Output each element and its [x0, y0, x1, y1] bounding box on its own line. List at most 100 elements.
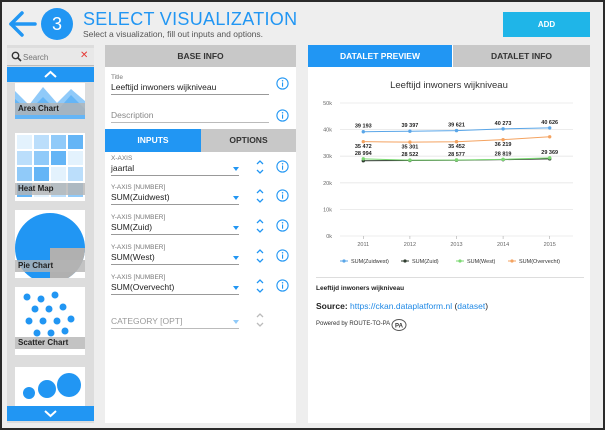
series-point[interactable] [454, 139, 459, 144]
heat-cell [34, 135, 49, 149]
series-point[interactable] [548, 126, 552, 130]
page-subtitle: Select a visualization, fill out inputs … [83, 29, 264, 39]
scroll-down-button[interactable] [7, 406, 94, 421]
legend-label[interactable]: SUM(Zuidwest) [351, 259, 389, 265]
series-point[interactable] [408, 158, 412, 162]
x-tick-label: 2014 [497, 242, 509, 248]
y-tick-label: 0k [326, 234, 332, 240]
tab-base-info[interactable]: BASE INFO [105, 45, 296, 67]
data-label: 28 819 [495, 151, 512, 157]
chevron-down-icon [233, 226, 239, 230]
series-point[interactable] [454, 158, 459, 162]
viz-item-heat-map[interactable]: Heat Map [15, 133, 85, 201]
scatter-dot [53, 317, 61, 325]
info-icon[interactable] [276, 249, 289, 262]
x-tick-label: 2013 [450, 242, 462, 248]
back-arrow-icon[interactable] [8, 10, 38, 38]
search-input[interactable] [23, 50, 78, 64]
y-tick-label: 40k [323, 128, 332, 134]
viz-item-label: Pie Chart [15, 260, 85, 272]
scatter-dot [47, 329, 55, 337]
search-icon [11, 51, 22, 62]
series-point[interactable] [501, 127, 505, 131]
stepper-icon[interactable] [255, 276, 265, 296]
axis-select[interactable]: jaartal [111, 163, 239, 176]
stepper-icon [256, 313, 264, 327]
series-point[interactable] [408, 140, 412, 144]
series-point[interactable] [548, 135, 552, 139]
title-field-label: Title [111, 74, 124, 81]
clear-search-icon[interactable]: ✕ [80, 50, 88, 61]
legend-marker [458, 259, 462, 263]
info-icon[interactable] [276, 77, 289, 90]
y-tick-label: 10k [323, 207, 332, 213]
source-line: Source: https://ckan.dataplatform.nl (da… [316, 301, 489, 311]
page-title: SELECT VISUALIZATION [83, 9, 298, 29]
input-label: Y-AXIS [NUMBER] [111, 214, 166, 221]
series-point[interactable] [408, 129, 412, 133]
y-tick-label: 30k [323, 154, 332, 160]
scroll-up-button[interactable] [7, 67, 94, 82]
info-icon[interactable] [276, 109, 289, 122]
input-label: Y-AXIS [NUMBER] [111, 274, 166, 281]
datalet-panel: DATALET PREVIEW DATALET INFO Leeftijd in… [308, 45, 590, 423]
data-label: 39 397 [401, 123, 418, 129]
add-button[interactable]: ADD [503, 12, 590, 37]
series-point[interactable] [361, 157, 365, 161]
info-icon[interactable] [276, 160, 289, 173]
info-icon[interactable] [276, 279, 289, 292]
data-label: 28 577 [448, 152, 465, 158]
axis-select[interactable]: SUM(Zuidwest) [111, 192, 239, 205]
dataset-link[interactable]: dataset [457, 301, 485, 311]
viz-item-area-chart[interactable]: Area Chart [15, 83, 85, 119]
scatter-dot [45, 305, 53, 313]
scatter-dot [37, 295, 45, 303]
series-point[interactable] [361, 139, 365, 144]
scatter-dot [25, 317, 33, 325]
line-chart: 0k 10k 20k 30k 40k 50k 2011 2012 2013 2014 2015 39 … [323, 101, 573, 265]
bubble-chart-icon [23, 373, 81, 399]
stepper-icon[interactable] [255, 186, 265, 206]
series-point[interactable] [361, 130, 365, 134]
tab-inputs[interactable]: INPUTS [105, 129, 201, 152]
viz-item-scatter-chart[interactable]: Scatter Chart [15, 287, 85, 355]
axis-select[interactable]: SUM(West) [111, 252, 239, 265]
data-label: 28 522 [401, 152, 418, 158]
legend-label[interactable]: SUM(West) [467, 259, 495, 265]
axis-select[interactable]: SUM(Zuid) [111, 222, 239, 235]
input-label: Y-AXIS [NUMBER] [111, 244, 166, 251]
category-select[interactable]: CATEGORY [OPT] [111, 316, 239, 329]
viz-item-label: Heat Map [15, 183, 85, 195]
series-point[interactable] [501, 157, 505, 162]
scatter-dot [33, 329, 41, 337]
axis-select[interactable]: SUM(Overvecht) [111, 282, 239, 295]
info-icon[interactable] [276, 219, 289, 232]
heat-cell [51, 135, 66, 149]
info-icon[interactable] [276, 189, 289, 202]
legend-label[interactable]: SUM(Overvecht) [519, 259, 560, 265]
viz-item-bubble-chart[interactable] [15, 367, 85, 406]
tab-datalet-info[interactable]: DATALET INFO [453, 45, 590, 67]
chevron-down-icon [233, 167, 239, 171]
source-link[interactable]: https://ckan.dataplatform.nl [350, 301, 452, 311]
stepper-icon[interactable] [255, 246, 265, 266]
heat-cell [51, 167, 66, 181]
tab-datalet-preview[interactable]: DATALET PREVIEW [308, 45, 452, 67]
stepper-icon[interactable] [255, 157, 265, 177]
legend-marker [510, 259, 514, 263]
title-input[interactable]: Leeftijd inwoners wijkniveau [111, 82, 269, 95]
series-point[interactable] [454, 128, 459, 133]
legend-label[interactable]: SUM(Zuid) [412, 259, 439, 265]
route-to-pa-logo-icon: PA [391, 319, 407, 331]
series-point[interactable] [548, 156, 552, 160]
heat-cell [51, 151, 66, 165]
series-point[interactable] [501, 137, 505, 142]
description-input[interactable]: Description [111, 110, 269, 123]
input-label: Y-AXIS [NUMBER] [111, 184, 166, 191]
viz-item-pie-chart[interactable]: Pie Chart [15, 210, 85, 278]
viz-item-label: Scatter Chart [15, 337, 85, 349]
tab-options[interactable]: OPTIONS [201, 129, 296, 152]
stepper-icon[interactable] [255, 216, 265, 236]
chevron-down-icon [233, 196, 239, 200]
source-label: Source: [316, 301, 348, 311]
